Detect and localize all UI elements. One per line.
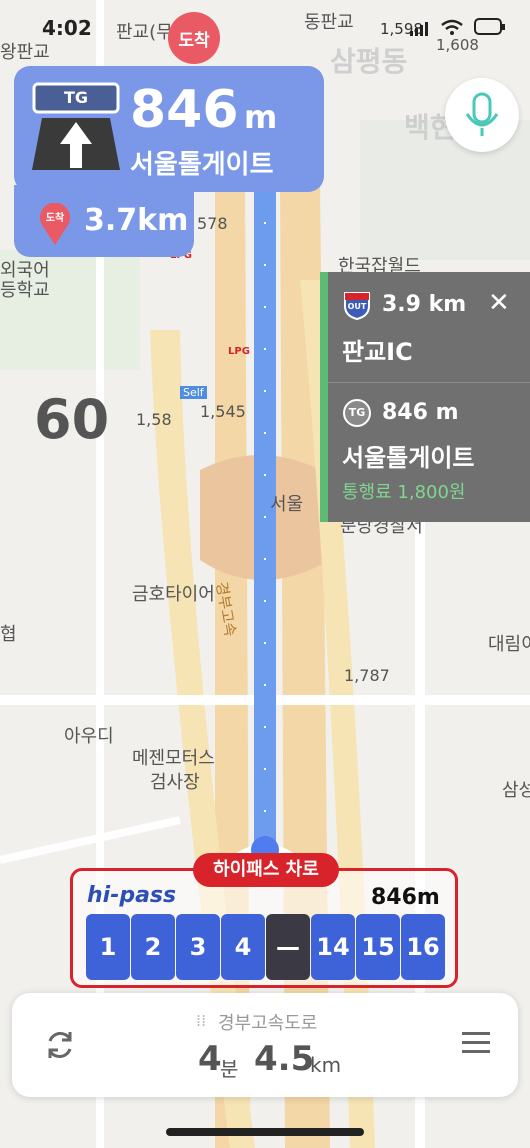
destination-marker[interactable]: 도착 (168, 12, 220, 64)
route-info-panel[interactable]: OUT 3.9 km ✕ 판교IC TG 846 m 서울톨게이트 통행료 1,… (320, 272, 530, 522)
map-label-lpg-2: LPG (228, 346, 250, 357)
tollgate-badge: TG (63, 88, 89, 107)
map-label-samsung: 삼성 (502, 780, 530, 801)
map-label-tg-seoul: 서울 (270, 494, 304, 515)
map-label-price-578: 578 (197, 214, 228, 233)
lane-14: 14 (311, 914, 355, 980)
exit-badge-label: OUT (347, 302, 367, 311)
close-icon[interactable]: ✕ (488, 288, 510, 318)
reroute-icon[interactable] (44, 1029, 76, 1061)
arrival-pin-label: 도착 (45, 213, 65, 224)
guidance-destination: 서울톨게이트 (130, 150, 274, 180)
map-label-kumho: 금호타이어 (132, 584, 215, 605)
map-label-audi: 아우디 (64, 726, 114, 747)
road-icon: ⁞⁞ (196, 1011, 207, 1030)
map-label-school: 등학교 (0, 280, 50, 301)
map-label-hyup: 협 (0, 624, 17, 645)
panel-divider (328, 382, 530, 383)
hipass-distance: 846m (371, 885, 440, 910)
tollgate-circle-label: TG (348, 406, 366, 419)
lane-4: 4 (221, 914, 265, 980)
lane-3: 3 (176, 914, 220, 980)
status-bar: 4:02 1,598 (0, 0, 530, 40)
arrival-distance-card[interactable]: 도착 3.7km (14, 185, 194, 257)
remaining-time: 4 (198, 1039, 222, 1079)
lane-2: 2 (131, 914, 175, 980)
route-summary-bar: ⁞⁞ 경부고속도로 4 분 4.5 km (12, 993, 518, 1097)
map-label-daelim: 대림이 (488, 634, 530, 655)
hipass-logo: hi-pass (87, 883, 177, 908)
battery-icon (474, 18, 505, 35)
cellular-signal-icon (410, 22, 428, 36)
exit-distance: 3.9 km (382, 292, 467, 317)
remaining-distance: 4.5 (254, 1039, 315, 1079)
lane-closed: — (266, 914, 310, 980)
tollgate-distance: 846 m (382, 400, 459, 425)
arrival-distance: 3.7km (84, 203, 189, 238)
current-road-name: 경부고속도로 (218, 1013, 318, 1034)
map-label-inspection: 검사장 (150, 772, 200, 793)
home-indicator[interactable] (166, 1128, 364, 1136)
lane-1: 1 (86, 914, 130, 980)
toll-fee: 통행료 1,800원 (342, 482, 466, 503)
map-label-gas-158: 1,58 (136, 410, 172, 429)
map-label-metz: 메젠모터스 (132, 748, 215, 769)
lane-16: 16 (401, 914, 445, 980)
map-label-wangpangyo: 왕판교 (0, 42, 50, 63)
turn-guidance-card[interactable]: TG 846 m 서울톨게이트 (14, 66, 324, 192)
wifi-icon (441, 19, 463, 35)
hipass-lane-badge: 하이패스 차로 (193, 853, 339, 887)
tollgate-name: 서울톨게이트 (342, 444, 475, 472)
map-label-gas-1787: 1,787 (344, 666, 390, 685)
exit-name: 판교IC (342, 338, 413, 366)
map-label-sampyeong: 삼평동 (330, 45, 408, 78)
map-label-self: Self (180, 386, 207, 399)
map-label-gas-1545: 1,545 (200, 402, 246, 421)
lane-15: 15 (356, 914, 400, 980)
remaining-distance-unit: km (310, 1053, 342, 1077)
guidance-distance: 846 (130, 80, 239, 140)
destination-marker-label: 도착 (178, 31, 210, 51)
remaining-time-unit: 분 (220, 1057, 239, 1081)
microphone-icon (465, 92, 499, 136)
guidance-distance-unit: m (244, 98, 278, 136)
status-time: 4:02 (42, 16, 92, 40)
menu-icon[interactable] (460, 1029, 492, 1057)
panel-accent-strip (320, 272, 328, 522)
current-speed: 60 (34, 388, 110, 451)
voice-search-button[interactable] (445, 78, 519, 152)
